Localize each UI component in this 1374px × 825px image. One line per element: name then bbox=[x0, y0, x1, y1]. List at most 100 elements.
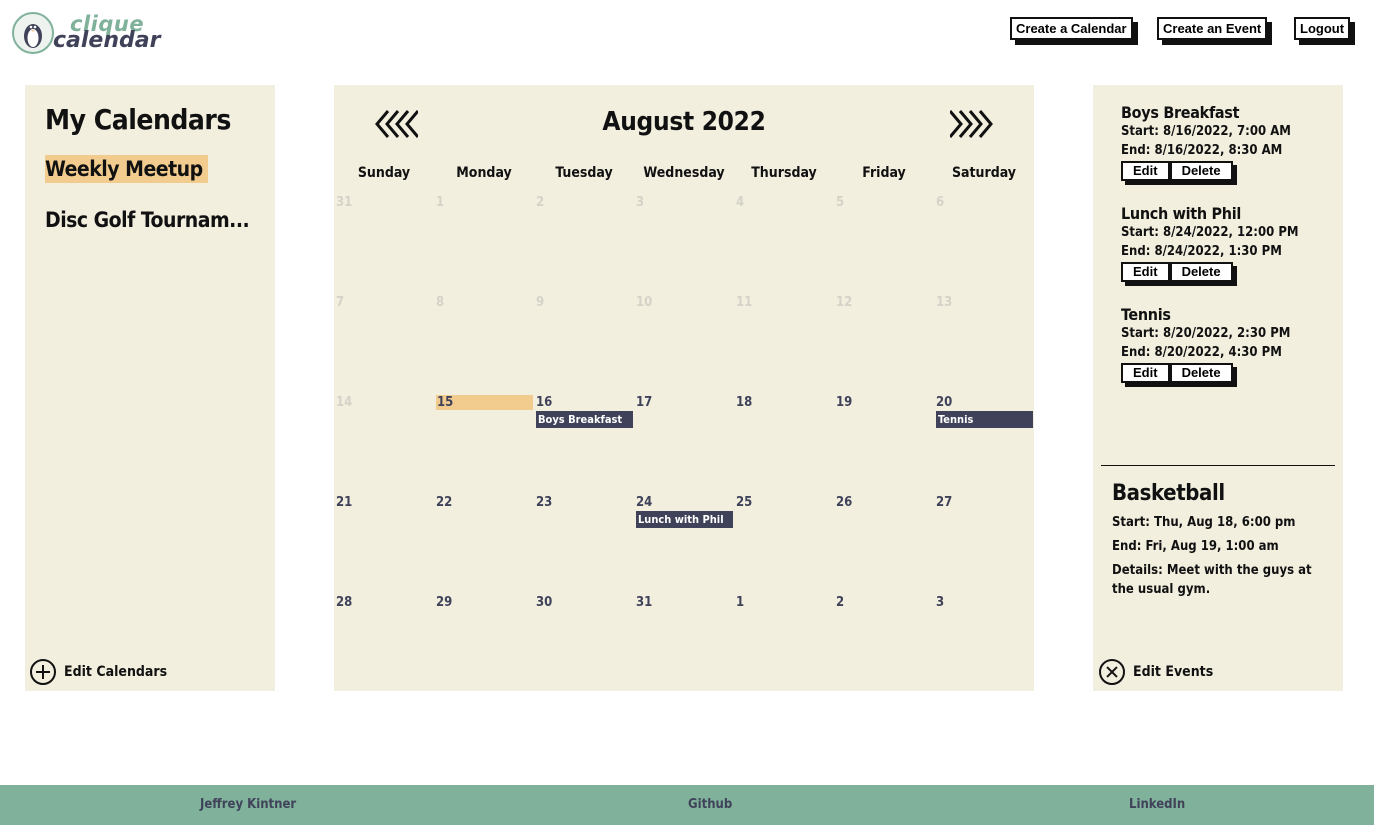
calendar-day[interactable]: 31 bbox=[334, 191, 434, 291]
edit-calendars-button[interactable]: Edit Calendars bbox=[30, 659, 167, 685]
footer-linkedin-link[interactable]: LinkedIn bbox=[1129, 797, 1185, 812]
event-entry: Boys Breakfast Start: 8/16/2022, 7:00 AM… bbox=[1121, 103, 1291, 181]
day-number: 25 bbox=[736, 495, 753, 510]
day-number: 26 bbox=[836, 495, 853, 510]
calendar-day[interactable]: 16 Boys Breakfast bbox=[534, 391, 634, 491]
calendar-item-weekly-meetup[interactable]: Weekly Meetup bbox=[45, 155, 208, 183]
event-chip[interactable]: Boys Breakfast bbox=[536, 411, 633, 428]
calendar-week-row: 28 29 30 31 1 2 3 bbox=[334, 591, 1034, 691]
double-chevron-right-icon[interactable] bbox=[950, 109, 994, 139]
day-number: 30 bbox=[536, 595, 553, 610]
day-number: 2 bbox=[536, 195, 545, 210]
calendar-day[interactable]: 5 bbox=[834, 191, 934, 291]
calendar-day-today[interactable]: 15 bbox=[434, 391, 534, 491]
day-number: 29 bbox=[436, 595, 453, 610]
weekday-label: Wednesday bbox=[643, 165, 725, 181]
event-chip[interactable]: Lunch with Phil bbox=[636, 511, 733, 528]
day-number: 18 bbox=[736, 395, 753, 410]
calendar-day[interactable]: 3 bbox=[634, 191, 734, 291]
calendar-day[interactable]: 7 bbox=[334, 291, 434, 391]
calendar-day[interactable]: 30 bbox=[534, 591, 634, 691]
footer-github-link[interactable]: Github bbox=[688, 797, 732, 812]
edit-event-button[interactable]: Edit bbox=[1121, 161, 1170, 181]
day-number: 23 bbox=[536, 495, 553, 510]
create-calendar-button[interactable]: Create a Calendar bbox=[1010, 17, 1133, 40]
calendar-item-disc-golf[interactable]: Disc Golf Tournam... bbox=[45, 206, 253, 234]
calendar-day[interactable]: 8 bbox=[434, 291, 534, 391]
month-calendar: August 2022 Sunday Monday Tuesday Wednes… bbox=[334, 85, 1034, 691]
calendar-week-row: 7 8 9 10 11 12 13 bbox=[334, 291, 1034, 391]
day-number: 16 bbox=[536, 395, 553, 410]
weekday-label: Saturday bbox=[951, 165, 1017, 181]
weekday-header: Sunday Monday Tuesday Wednesday Thursday… bbox=[334, 165, 1034, 181]
event-start: Start: 8/16/2022, 7:00 AM bbox=[1121, 124, 1291, 139]
calendar-day[interactable]: 20 Tennis bbox=[934, 391, 1034, 491]
calendar-week-row: 14 15 16 Boys Breakfast 17 18 19 20 Tennis bbox=[334, 391, 1034, 491]
event-detail-description: Details: Meet with the guys at the usual… bbox=[1112, 563, 1312, 597]
day-number: 27 bbox=[936, 495, 953, 510]
calendar-day[interactable]: 10 bbox=[634, 291, 734, 391]
day-number: 8 bbox=[436, 295, 445, 310]
calendar-day[interactable]: 13 bbox=[934, 291, 1034, 391]
calendar-day[interactable]: 11 bbox=[734, 291, 834, 391]
calendar-day[interactable]: 26 bbox=[834, 491, 934, 591]
day-number: 17 bbox=[636, 395, 653, 410]
edit-event-button[interactable]: Edit bbox=[1121, 262, 1170, 282]
create-event-button[interactable]: Create an Event bbox=[1157, 17, 1268, 40]
calendar-day[interactable]: 18 bbox=[734, 391, 834, 491]
calendar-day[interactable]: 9 bbox=[534, 291, 634, 391]
delete-event-button[interactable]: Delete bbox=[1169, 161, 1233, 181]
edit-events-button[interactable]: Edit Events bbox=[1099, 659, 1213, 685]
calendar-day[interactable]: 29 bbox=[434, 591, 534, 691]
day-number: 4 bbox=[736, 195, 745, 210]
day-number: 20 bbox=[936, 395, 953, 410]
event-name: Lunch with Phil bbox=[1121, 204, 1241, 223]
brand-logo[interactable]: clique calendar bbox=[12, 12, 162, 56]
day-number: 3 bbox=[936, 595, 945, 610]
calendar-day[interactable]: 17 bbox=[634, 391, 734, 491]
calendar-day[interactable]: 27 bbox=[934, 491, 1034, 591]
event-end: End: 8/20/2022, 4:30 PM bbox=[1121, 345, 1282, 360]
event-end: End: 8/16/2022, 8:30 AM bbox=[1121, 143, 1283, 158]
calendar-week-row: 21 22 23 24 Lunch with Phil 25 26 27 bbox=[334, 491, 1034, 591]
brand-word-calendar: calendar bbox=[53, 28, 161, 53]
calendar-day[interactable]: 21 bbox=[334, 491, 434, 591]
event-name: Tennis bbox=[1121, 305, 1171, 324]
day-number: 31 bbox=[636, 595, 653, 610]
calendar-day[interactable]: 3 bbox=[934, 591, 1034, 691]
calendar-week-row: 31 1 2 3 4 5 6 bbox=[334, 191, 1034, 291]
calendar-day[interactable]: 6 bbox=[934, 191, 1034, 291]
day-number: 10 bbox=[636, 295, 653, 310]
my-calendars-title: My Calendars bbox=[45, 103, 231, 136]
day-number: 22 bbox=[436, 495, 453, 510]
calendar-day[interactable]: 28 bbox=[334, 591, 434, 691]
edit-calendars-label: Edit Calendars bbox=[64, 664, 168, 680]
calendar-day[interactable]: 19 bbox=[834, 391, 934, 491]
day-number: 13 bbox=[936, 295, 953, 310]
month-title: August 2022 bbox=[602, 107, 766, 137]
logout-button[interactable]: Logout bbox=[1294, 17, 1351, 40]
delete-event-button[interactable]: Delete bbox=[1169, 262, 1233, 282]
plus-circle-icon bbox=[30, 659, 56, 685]
calendar-day[interactable]: 23 bbox=[534, 491, 634, 591]
event-end: End: 8/24/2022, 1:30 PM bbox=[1121, 244, 1282, 259]
day-number: 1 bbox=[736, 595, 745, 610]
calendar-day[interactable]: 22 bbox=[434, 491, 534, 591]
calendar-day[interactable]: 2 bbox=[534, 191, 634, 291]
event-name: Boys Breakfast bbox=[1121, 103, 1240, 122]
calendar-day[interactable]: 4 bbox=[734, 191, 834, 291]
delete-event-button[interactable]: Delete bbox=[1169, 363, 1233, 383]
calendar-day[interactable]: 2 bbox=[834, 591, 934, 691]
calendar-day[interactable]: 12 bbox=[834, 291, 934, 391]
calendar-day[interactable]: 1 bbox=[434, 191, 534, 291]
event-chip[interactable]: Tennis bbox=[936, 411, 1033, 428]
calendar-day[interactable]: 31 bbox=[634, 591, 734, 691]
day-number: 3 bbox=[636, 195, 645, 210]
calendar-day[interactable]: 25 bbox=[734, 491, 834, 591]
calendar-day[interactable]: 24 Lunch with Phil bbox=[634, 491, 734, 591]
edit-events-label: Edit Events bbox=[1133, 664, 1214, 680]
calendar-day[interactable]: 14 bbox=[334, 391, 434, 491]
footer-author-link[interactable]: Jeffrey Kintner bbox=[200, 797, 296, 812]
calendar-day[interactable]: 1 bbox=[734, 591, 834, 691]
edit-event-button[interactable]: Edit bbox=[1121, 363, 1170, 383]
